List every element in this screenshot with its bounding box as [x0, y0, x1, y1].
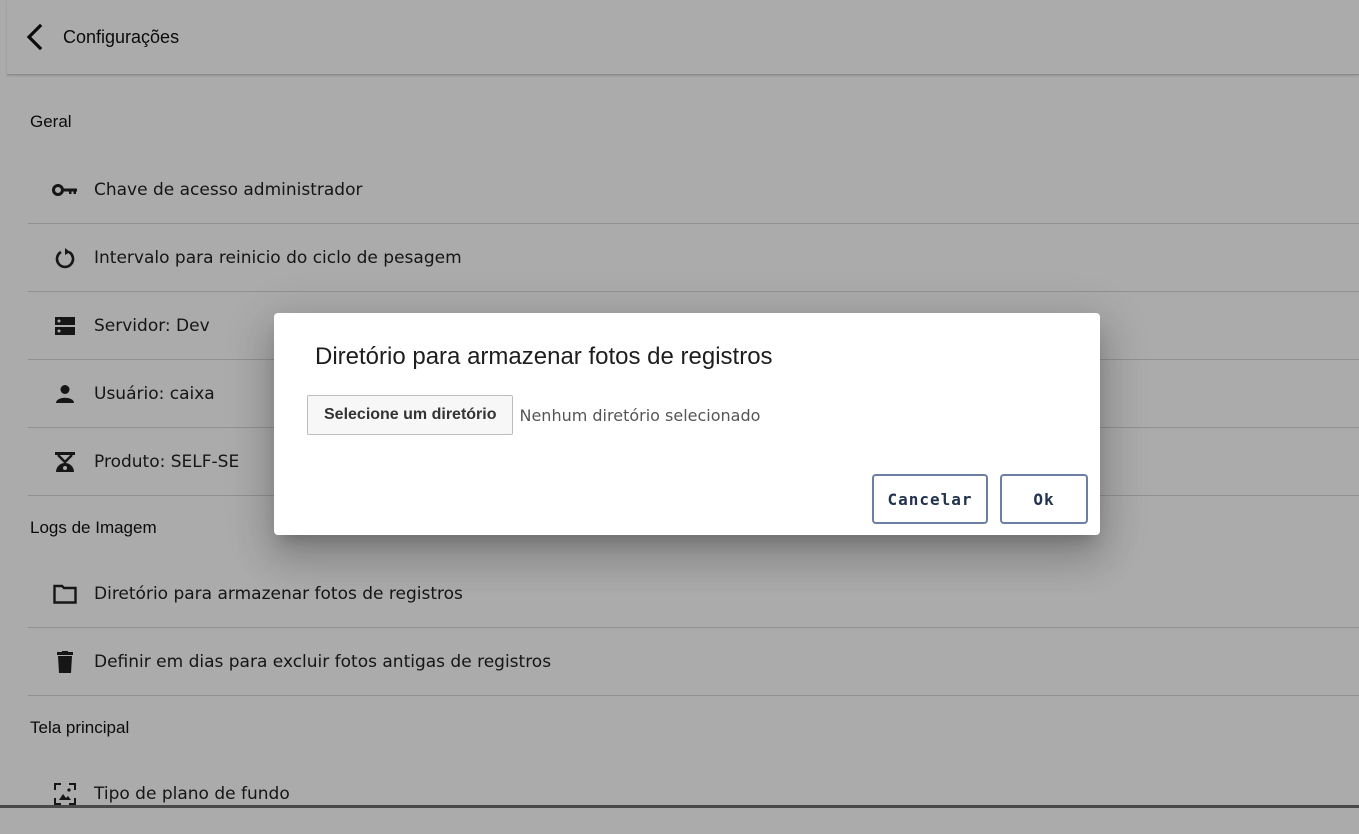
directory-picker: Selecione um diretório Nenhum diretório … [307, 395, 760, 435]
select-directory-button[interactable]: Selecione um diretório [307, 395, 514, 435]
directory-dialog: Diretório para armazenar fotos de regist… [274, 313, 1100, 535]
directory-status: Nenhum diretório selecionado [519, 405, 761, 425]
dialog-title: Diretório para armazenar fotos de regist… [315, 343, 773, 370]
ok-button[interactable]: Ok [1000, 474, 1088, 524]
dialog-actions: Cancelar Ok [872, 474, 1088, 524]
cancel-button[interactable]: Cancelar [872, 474, 988, 524]
